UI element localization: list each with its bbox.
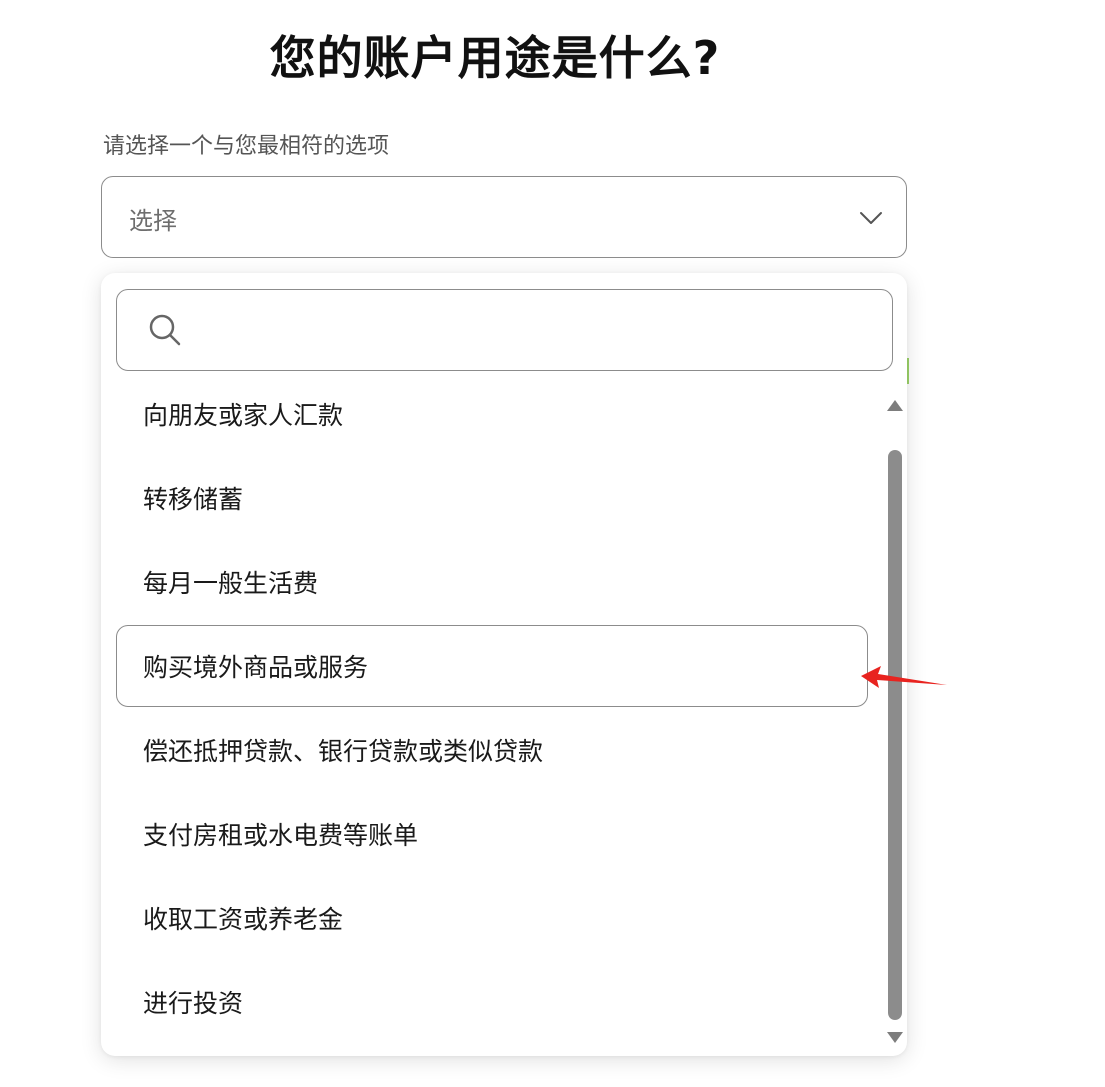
page-title: 您的账户用途是什么? — [269, 31, 721, 85]
annotation-arrow-icon — [861, 666, 947, 688]
field-label: 请选择一个与您最相符的选项 — [103, 134, 390, 159]
option-receive-salary-pension[interactable]: 收取工资或养老金 — [116, 877, 868, 959]
option-list: 向朋友或家人汇款 转移储蓄 每月一般生活费 购买境外商品或服务 偿还抵押贷款、银… — [101, 373, 891, 1056]
scrollbar-thumb[interactable] — [888, 450, 902, 1020]
search-icon — [149, 314, 181, 346]
search-input[interactable] — [199, 304, 873, 356]
dropdown-scrollbar[interactable] — [885, 392, 905, 1048]
option-pay-rent-bills[interactable]: 支付房租或水电费等账单 — [116, 793, 868, 875]
select-placeholder: 选择 — [129, 207, 177, 235]
option-send-to-friends-family[interactable]: 向朋友或家人汇款 — [116, 373, 868, 455]
scroll-down-arrow-icon[interactable] — [887, 1032, 903, 1043]
chevron-down-icon — [860, 212, 882, 224]
option-buy-foreign-goods-services[interactable]: 购买境外商品或服务 — [116, 625, 868, 707]
purpose-select[interactable]: 选择 — [101, 176, 907, 258]
option-repay-loans[interactable]: 偿还抵押贷款、银行贷款或类似贷款 — [116, 709, 868, 791]
scroll-up-arrow-icon[interactable] — [887, 400, 903, 411]
dropdown-panel: 向朋友或家人汇款 转移储蓄 每月一般生活费 购买境外商品或服务 偿还抵押贷款、银… — [101, 273, 907, 1056]
option-monthly-living-expenses[interactable]: 每月一般生活费 — [116, 541, 868, 623]
option-make-investments[interactable]: 进行投资 — [116, 961, 868, 1043]
option-transfer-savings[interactable]: 转移储蓄 — [116, 457, 868, 539]
search-field[interactable] — [116, 289, 893, 371]
